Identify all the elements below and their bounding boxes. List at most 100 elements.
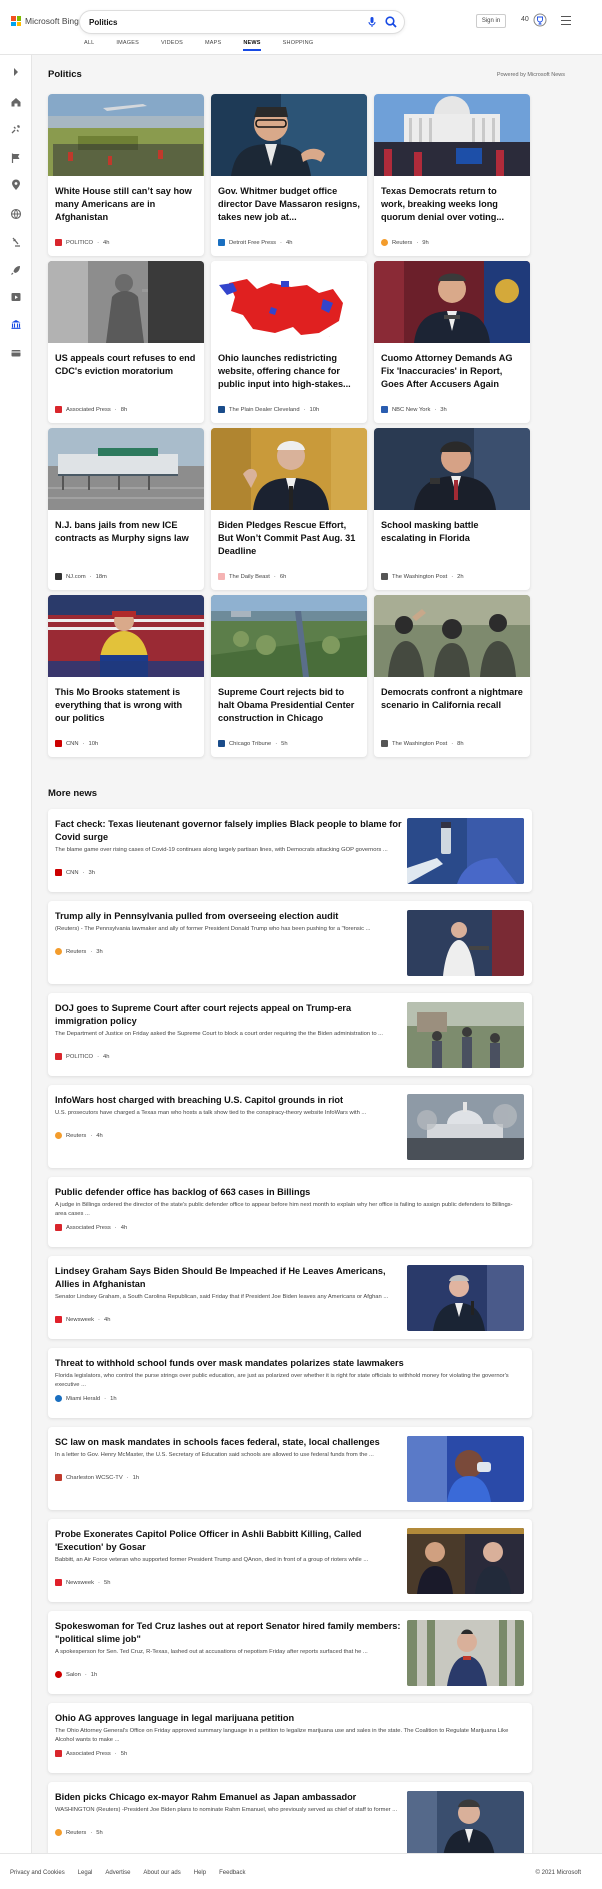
card-title[interactable]: This Mo Brooks statement is everything t… [55, 686, 197, 725]
about-ads-link[interactable]: About our ads [143, 1870, 180, 1876]
feedback-link[interactable]: Feedback [219, 1870, 245, 1876]
news-title[interactable]: Probe Exonerates Capitol Police Officer … [55, 1528, 405, 1554]
expand-icon[interactable] [10, 66, 22, 78]
publisher-logo-icon [55, 1132, 62, 1139]
hamburger-menu-icon[interactable] [561, 16, 571, 25]
science-icon[interactable] [10, 236, 22, 248]
news-title[interactable]: Biden picks Chicago ex-mayor Rahm Emanue… [55, 1791, 405, 1804]
publisher-logo-icon [55, 740, 62, 747]
publisher-logo-icon [218, 239, 225, 246]
location-icon[interactable] [10, 179, 22, 191]
news-title[interactable]: SC law on mask mandates in schools faces… [55, 1436, 405, 1449]
card-title[interactable]: Democrats confront a nightmare scenario … [381, 686, 523, 712]
tab-shopping[interactable]: SHOPPING [283, 40, 314, 46]
microsoft-logo-icon [11, 16, 21, 26]
news-description: WASHINGTON (Reuters) -President Joe Bide… [55, 1807, 398, 1813]
news-description: Florida legislators, who control the pur… [55, 1373, 509, 1388]
card-title[interactable]: Supreme Court rejects bid to halt Obama … [218, 686, 360, 725]
advertise-link[interactable]: Advertise [105, 1870, 130, 1876]
news-title[interactable]: Trump ally in Pennsylvania pulled from o… [55, 910, 405, 923]
news-card[interactable]: Biden Pledges Rescue Effort, But Won’t C… [211, 428, 367, 590]
publisher-logo-icon [55, 1750, 62, 1757]
news-item[interactable]: Lindsey Graham Says Biden Should Be Impe… [48, 1256, 532, 1339]
news-item[interactable]: Trump ally in Pennsylvania pulled from o… [48, 901, 532, 984]
news-card[interactable]: Gov. Whitmer budget office director Dave… [211, 94, 367, 256]
news-title[interactable]: InfoWars host charged with breaching U.S… [55, 1094, 405, 1107]
news-item[interactable]: InfoWars host charged with breaching U.S… [48, 1085, 532, 1168]
news-card[interactable]: White House still can’t say how many Ame… [48, 94, 204, 256]
flag-icon[interactable] [10, 152, 22, 164]
card-title[interactable]: Ohio launches redistricting website, off… [218, 352, 360, 391]
globe-icon[interactable] [10, 208, 22, 220]
news-thumbnail [407, 1002, 524, 1068]
news-card[interactable]: Cuomo Attorney Demands AG Fix 'Inaccurac… [374, 261, 530, 423]
search-box[interactable] [80, 11, 404, 33]
news-item[interactable]: Public defender office has backlog of 66… [48, 1177, 532, 1247]
publisher-logo-icon [381, 239, 388, 246]
tab-maps[interactable]: MAPS [205, 40, 221, 46]
rewards-points[interactable]: 40 [521, 16, 529, 23]
age: 4h [103, 239, 110, 246]
search-input[interactable] [89, 15, 349, 29]
news-title[interactable]: Threat to withhold school funds over mas… [55, 1357, 525, 1370]
home-icon[interactable] [10, 96, 22, 108]
entertainment-icon[interactable] [10, 291, 22, 303]
card-source: The Daily Beast · 6h [218, 573, 286, 580]
source-name: Reuters [66, 948, 87, 955]
card-title[interactable]: US appeals court refuses to end CDC's ev… [55, 352, 197, 378]
legal-link[interactable]: Legal [78, 1870, 93, 1876]
card-title[interactable]: Biden Pledges Rescue Effort, But Won’t C… [218, 519, 360, 558]
news-card[interactable]: · Ohio launches redistricting website, o… [211, 261, 367, 423]
tab-news[interactable]: NEWS [243, 40, 261, 51]
news-card[interactable]: Democrats confront a nightmare scenario … [374, 595, 530, 757]
sign-in-button[interactable]: Sign in [476, 14, 506, 28]
age: 4h [103, 1316, 111, 1323]
search-icon[interactable] [384, 15, 398, 29]
news-title[interactable]: Public defender office has backlog of 66… [55, 1186, 525, 1199]
news-card[interactable]: US appeals court refuses to end CDC's ev… [48, 261, 204, 423]
news-item[interactable]: Probe Exonerates Capitol Police Officer … [48, 1519, 532, 1602]
tab-images[interactable]: IMAGES [116, 40, 139, 46]
news-description: A judge in Billings ordered the director… [55, 1202, 513, 1217]
card-title[interactable]: White House still can’t say how many Ame… [55, 185, 197, 224]
card-title[interactable]: Cuomo Attorney Demands AG Fix 'Inaccurac… [381, 352, 523, 391]
card-title[interactable]: N.J. bans jails from new ICE contracts a… [55, 519, 197, 545]
rocket-icon[interactable] [10, 264, 22, 276]
tab-all[interactable]: ALL [84, 40, 94, 46]
news-title[interactable]: Spokeswoman for Ted Cruz lashes out at r… [55, 1620, 405, 1646]
news-item[interactable]: Spokeswoman for Ted Cruz lashes out at r… [48, 1611, 532, 1694]
news-title[interactable]: Fact check: Texas lieutenant governor fa… [55, 818, 405, 844]
tab-videos[interactable]: VIDEOS [161, 40, 183, 46]
bing-logo[interactable]: Microsoft Bing [11, 14, 79, 28]
news-card[interactable]: Supreme Court rejects bid to halt Obama … [211, 595, 367, 757]
card-image [211, 428, 367, 510]
source-name: The Plain Dealer Cleveland [229, 406, 300, 413]
age: 5h [281, 740, 288, 747]
news-item[interactable]: Threat to withhold school funds over mas… [48, 1348, 532, 1418]
news-title[interactable]: Lindsey Graham Says Biden Should Be Impe… [55, 1265, 395, 1291]
news-thumbnail [407, 1528, 524, 1594]
news-card[interactable]: Texas Democrats return to work, breaking… [374, 94, 530, 256]
card-title[interactable]: School masking battle escalating in Flor… [381, 519, 523, 545]
politics-icon[interactable] [10, 318, 22, 330]
news-title[interactable]: Ohio AG approves language in legal marij… [55, 1712, 525, 1725]
news-item[interactable]: Ohio AG approves language in legal marij… [48, 1703, 532, 1773]
privacy-link[interactable]: Privacy and Cookies [10, 1870, 65, 1876]
news-item[interactable]: SC law on mask mandates in schools faces… [48, 1427, 532, 1510]
news-title[interactable]: DOJ goes to Supreme Court after court re… [55, 1002, 405, 1028]
footer-links: Privacy and Cookies Legal Advertise Abou… [10, 1870, 245, 1876]
news-item[interactable]: Fact check: Texas lieutenant governor fa… [48, 809, 532, 892]
finance-icon[interactable] [10, 347, 22, 359]
card-title[interactable]: Texas Democrats return to work, breaking… [381, 185, 523, 224]
card-title[interactable]: Gov. Whitmer budget office director Dave… [218, 185, 360, 224]
microphone-icon[interactable] [366, 16, 378, 28]
sports-icon[interactable] [10, 123, 22, 135]
news-card[interactable]: School masking battle escalating in Flor… [374, 428, 530, 590]
news-card[interactable]: N.J. bans jails from new ICE contracts a… [48, 428, 204, 590]
help-link[interactable]: Help [194, 1870, 206, 1876]
powered-by-label[interactable]: Powered by Microsoft News [497, 72, 565, 78]
card-source: Detroit Free Press · 4h [218, 239, 292, 246]
news-item[interactable]: DOJ goes to Supreme Court after court re… [48, 993, 532, 1076]
rewards-trophy-icon[interactable] [533, 12, 547, 28]
news-card[interactable]: This Mo Brooks statement is everything t… [48, 595, 204, 757]
